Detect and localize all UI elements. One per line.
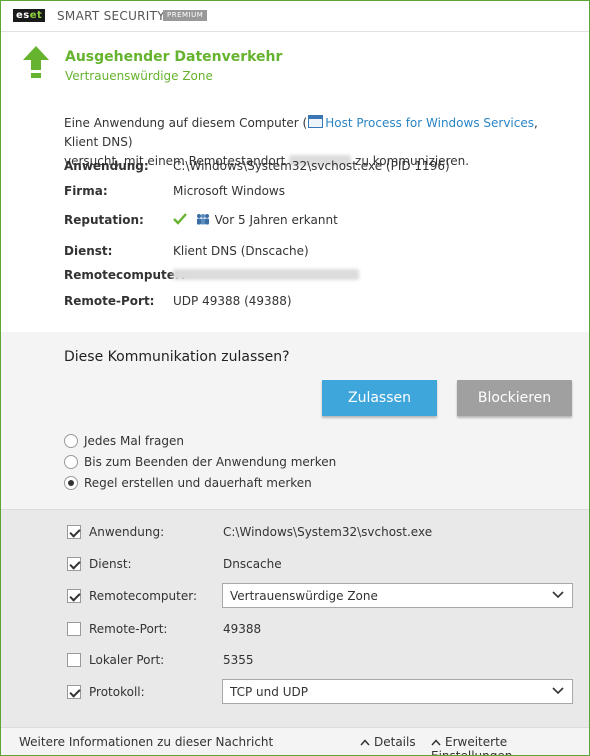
rule-local-port-label: Lokaler Port: xyxy=(89,653,165,667)
details-toggle[interactable]: Details xyxy=(360,735,416,749)
remote-computer-select-value: Vertrauenswürdige Zone xyxy=(230,589,378,603)
alert-subtitle: Vertrauenswürdige Zone xyxy=(65,69,213,83)
rule-local-port-value: 5355 xyxy=(223,653,254,667)
check-icon xyxy=(173,213,187,225)
rule-remote-computer-label: Remotecomputer: xyxy=(89,589,198,603)
radio-ask-every-time-label[interactable]: Jedes Mal fragen xyxy=(84,434,184,448)
allow-button[interactable]: Zulassen xyxy=(322,380,437,416)
company-link[interactable]: Microsoft Windows xyxy=(173,184,285,198)
remote-computer-label: Remotecomputer: xyxy=(64,268,186,282)
application-value: C:\Windows\System32\svchost.exe (PID 119… xyxy=(173,159,450,173)
people-icon xyxy=(196,214,209,225)
alert-title: Ausgehender Datenverkehr xyxy=(65,49,283,65)
rule-remote-port-label: Remote-Port: xyxy=(89,622,168,636)
rule-protocol-checkbox[interactable] xyxy=(67,685,81,699)
protocol-select-value: TCP und UDP xyxy=(230,685,308,699)
radio-remember-until-exit[interactable] xyxy=(64,455,78,469)
service-label: Dienst: xyxy=(64,244,113,258)
chevron-down-icon xyxy=(552,591,564,599)
rule-service-value: Dnscache xyxy=(223,557,282,571)
rule-local-port-checkbox[interactable] xyxy=(67,653,81,667)
reputation-value-row: Vor 5 Jahren erkannt xyxy=(173,213,338,227)
rule-application-label: Anwendung: xyxy=(89,525,165,539)
radio-remember-until-exit-label[interactable]: Bis zum Beenden der Anwendung merken xyxy=(84,455,336,469)
upload-arrow-icon xyxy=(23,46,49,78)
chevron-up-icon xyxy=(431,739,441,746)
rule-remote-computer-checkbox[interactable] xyxy=(67,589,81,603)
radio-create-rule[interactable] xyxy=(64,476,78,490)
title-bar: eset SMART SECURITY PREMIUM xyxy=(1,1,589,32)
rule-application-checkbox[interactable] xyxy=(67,525,81,539)
firewall-alert-window: eset SMART SECURITY PREMIUM Ausgehender … xyxy=(0,0,590,756)
product-name: SMART SECURITY xyxy=(57,9,165,23)
chevron-up-icon xyxy=(360,739,370,746)
remote-computer-value xyxy=(173,268,359,282)
more-info-link[interactable]: Weitere Informationen zu dieser Nachrich… xyxy=(19,735,273,749)
radio-create-rule-label[interactable]: Regel erstellen und dauerhaft merken xyxy=(84,476,312,490)
radio-ask-every-time[interactable] xyxy=(64,434,78,448)
edition-badge: PREMIUM xyxy=(163,10,208,21)
protocol-select[interactable]: TCP und UDP xyxy=(222,679,573,704)
logo-text-part2: et xyxy=(29,10,43,21)
eset-logo: eset xyxy=(13,9,46,22)
remote-port-value: UDP 49388 (49388) xyxy=(173,294,292,308)
rule-remote-port-value: 49388 xyxy=(223,622,262,636)
decision-question: Diese Kommunikation zulassen? xyxy=(64,349,290,365)
process-window-icon xyxy=(308,115,324,128)
process-link[interactable]: Host Process for Windows Services xyxy=(325,116,534,130)
rule-protocol-label: Protokoll: xyxy=(89,685,145,699)
company-label: Firma: xyxy=(64,184,108,198)
footer-bar: Weitere Informationen zu dieser Nachrich… xyxy=(1,727,589,756)
reputation-label: Reputation: xyxy=(64,213,144,227)
rule-service-label: Dienst: xyxy=(89,557,132,571)
application-label: Anwendung: xyxy=(64,159,149,173)
logo-text-part1: es xyxy=(16,10,30,21)
redacted-remote-computer xyxy=(173,269,359,280)
details-toggle-label: Details xyxy=(374,735,416,749)
advanced-settings-label: Erweiterte Einstellungen xyxy=(431,735,513,756)
chevron-down-icon xyxy=(552,687,564,695)
block-button[interactable]: Blockieren xyxy=(457,380,572,416)
rule-remote-port-checkbox[interactable] xyxy=(67,622,81,636)
rule-service-checkbox[interactable] xyxy=(67,557,81,571)
remote-port-label: Remote-Port: xyxy=(64,294,155,308)
description-text: Eine Anwendung auf diesem Computer ( xyxy=(64,116,308,130)
advanced-settings-toggle[interactable]: Erweiterte Einstellungen xyxy=(431,735,589,756)
reputation-value: Vor 5 Jahren erkannt xyxy=(214,213,338,227)
rule-application-value: C:\Windows\System32\svchost.exe xyxy=(223,525,433,539)
service-value: Klient DNS (Dnscache) xyxy=(173,244,309,258)
remote-computer-select[interactable]: Vertrauenswürdige Zone xyxy=(222,583,573,608)
